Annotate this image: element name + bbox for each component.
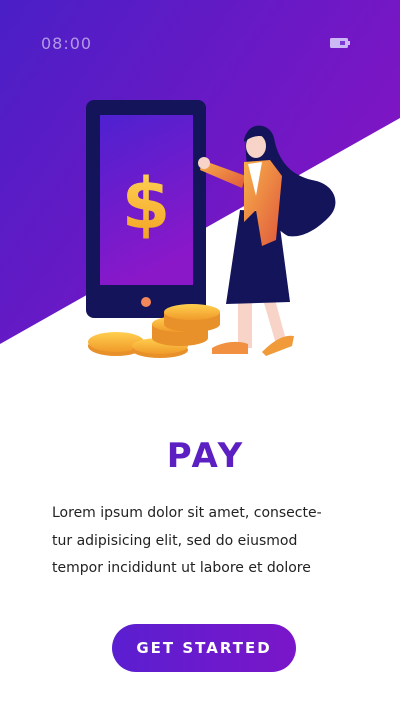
description-line: tempor incididunt ut labore et dolore: [52, 560, 311, 576]
get-started-button[interactable]: GET STARTED: [112, 624, 296, 672]
description-text: Lorem ipsum dolor sit amet, consecte- tu…: [52, 500, 352, 583]
dollar-icon: $: [122, 163, 171, 245]
payment-illustration: $: [86, 100, 336, 358]
onboarding-screen: 08:00 $ PAY Lorem ipsum dolor sit amet, …: [0, 0, 400, 710]
description-line: Lorem ipsum dolor sit amet, consecte-: [52, 505, 322, 521]
page-title: PAY: [166, 436, 246, 476]
description-line: tur adipisicing elit, sed do eiusmod: [52, 532, 298, 549]
